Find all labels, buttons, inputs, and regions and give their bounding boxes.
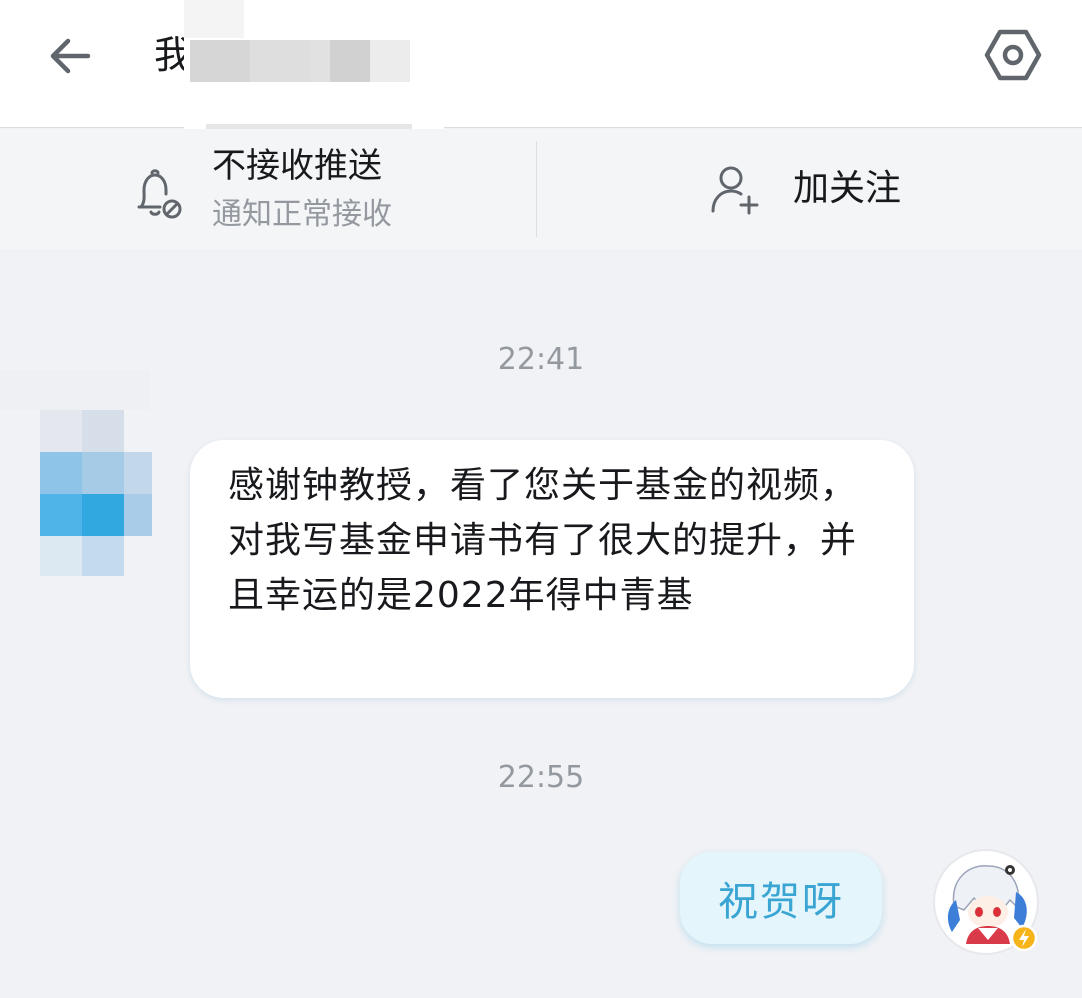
follow-label: 加关注 xyxy=(793,168,902,209)
message-timestamp: 22:41 xyxy=(497,342,585,377)
top-bar: 我 xyxy=(0,0,1082,146)
hexagon-settings-icon xyxy=(984,29,1042,81)
message-timestamp: 22:55 xyxy=(497,760,585,795)
follow-button[interactable]: 加关注 xyxy=(537,129,1082,249)
user-avatar[interactable] xyxy=(932,848,1040,956)
back-button[interactable] xyxy=(40,26,100,86)
outgoing-message-bubble[interactable]: 祝贺呀 xyxy=(680,852,882,944)
username-censor-mosaic xyxy=(184,0,444,146)
bell-off-icon xyxy=(137,169,182,219)
push-setting-title: 不接收推送 xyxy=(212,146,382,186)
push-setting-subtitle: 通知正常接收 xyxy=(212,197,392,232)
outgoing-message-text: 祝贺呀 xyxy=(718,879,844,925)
add-user-icon xyxy=(711,166,759,215)
chat-action-bar: 不接收推送 通知正常接收 加关注 xyxy=(0,129,1082,249)
settings-button[interactable] xyxy=(982,24,1044,86)
arrow-left-icon xyxy=(50,38,91,74)
incoming-message-text: 感谢钟教授，看了您关于基金的视频，对我写基金申请书有了很大的提升，并且幸运的是2… xyxy=(228,465,858,616)
incoming-message-bubble[interactable]: 感谢钟教授，看了您关于基金的视频，对我写基金申请书有了很大的提升，并且幸运的是2… xyxy=(190,440,914,698)
sender-avatar[interactable] xyxy=(0,370,160,590)
push-notification-setting[interactable]: 不接收推送 通知正常接收 xyxy=(0,129,536,249)
